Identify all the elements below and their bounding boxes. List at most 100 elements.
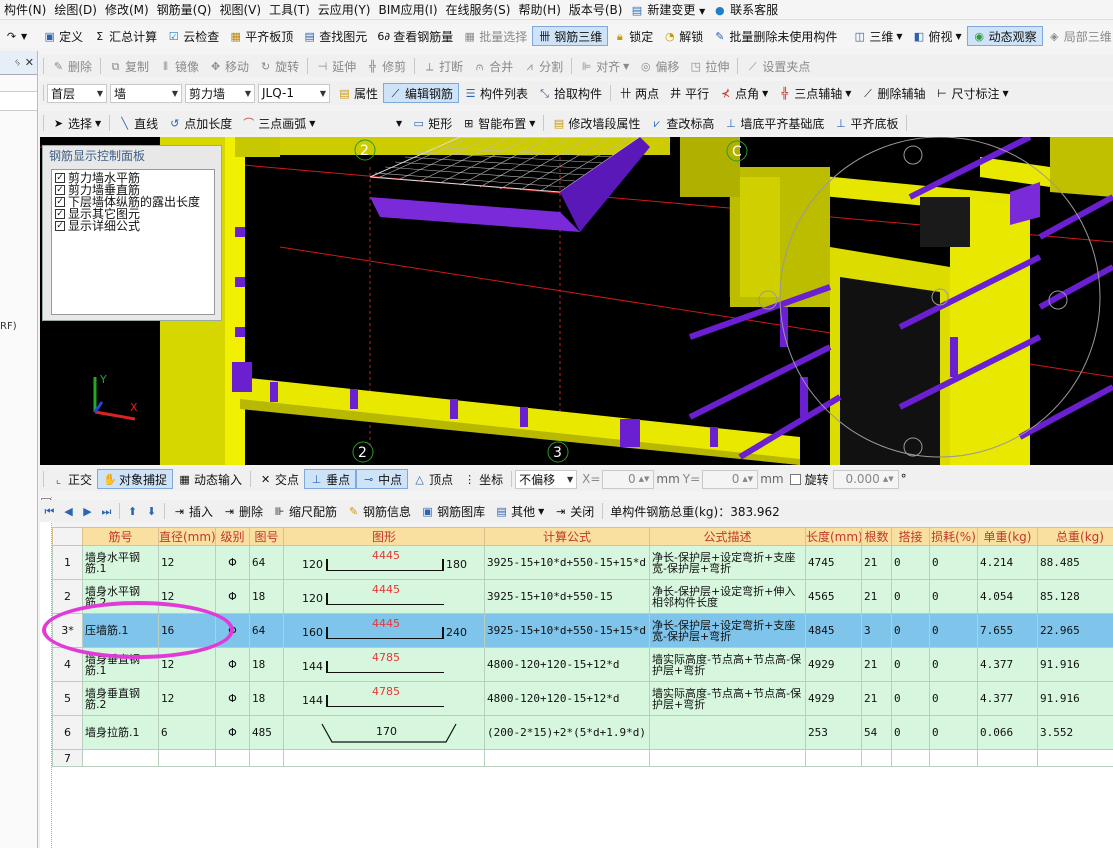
cell-unit-weight[interactable]: 4.054 <box>977 579 1038 614</box>
prev-record-button[interactable]: ◀ <box>59 501 78 521</box>
define-button[interactable]: ▣ 定义 <box>38 26 88 46</box>
column-header[interactable]: 图号 <box>249 527 284 546</box>
column-header[interactable]: 单重(kg) <box>977 527 1038 546</box>
undo-dropdown[interactable]: ↷ ▼ <box>0 26 32 46</box>
menu-item-tools[interactable]: 工具(T) <box>265 1 314 18</box>
cell-shape[interactable]: 120 4445 180 <box>283 545 485 580</box>
empty-cell[interactable] <box>283 749 485 767</box>
other-dropdown[interactable]: ▤ 其他 ▼ <box>490 501 549 521</box>
empty-cell[interactable] <box>977 749 1038 767</box>
break-button[interactable]: ⟂ 打断 <box>418 56 468 76</box>
cell-count[interactable]: 21 <box>861 647 892 682</box>
delete-axis-button[interactable]: ⟋ 删除辅轴 <box>856 83 930 103</box>
cell-diameter[interactable]: 12 <box>158 579 216 614</box>
table-row[interactable]: 5 墙身垂直钢筋.2 12 Φ 18 144 4785 4800-120+120-15+12*… <box>52 681 1113 716</box>
rectangle-button[interactable]: ▭ 矩形 <box>407 113 457 133</box>
cell-diameter[interactable]: 6 <box>158 715 216 750</box>
cell-total-weight[interactable]: 22.965 <box>1037 613 1113 648</box>
column-header[interactable]: 图形 <box>283 527 485 546</box>
menu-item-bim[interactable]: BIM应用(I) <box>374 1 441 18</box>
cell-length[interactable]: 4745 <box>805 545 862 580</box>
offset-mode-select[interactable]: 不偏移 ▼ <box>515 469 578 489</box>
trim-button[interactable]: ╬ 修剪 <box>361 56 411 76</box>
perpendicular-snap-button[interactable]: ⊥ 垂点 <box>304 469 357 489</box>
cell-bar-name[interactable]: 墙身垂直钢筋.2 <box>82 681 159 716</box>
cell-count[interactable]: 21 <box>861 681 892 716</box>
row-number[interactable]: 2 <box>52 579 83 614</box>
cell-formula-description[interactable]: 墙实际高度-节点高+节点高-保护层+弯折 <box>649 681 806 716</box>
menu-item-help[interactable]: 帮助(H) <box>514 1 564 18</box>
column-header[interactable]: 总重(kg) <box>1037 527 1113 546</box>
cell-total-weight[interactable]: 91.916 <box>1037 647 1113 682</box>
cell-count[interactable]: 21 <box>861 545 892 580</box>
cell-bar-name[interactable]: 墙身水平钢筋.1 <box>82 545 159 580</box>
type-select[interactable]: 墙 ▼ <box>110 83 182 103</box>
cell-unit-weight[interactable]: 0.066 <box>977 715 1038 750</box>
row-number[interactable]: 1 <box>52 545 83 580</box>
unlock-button[interactable]: ◔ 解锁 <box>658 26 708 46</box>
table-row[interactable]: 1 墙身水平钢筋.1 12 Φ 64 120 4445 180 3925-15+10*d+550… <box>52 545 1113 580</box>
view-rebar-quantity-button[interactable]: 6∂ 查看钢筋量 <box>372 26 458 46</box>
row-number[interactable]: 7 <box>52 749 83 767</box>
wall-bottom-align-button[interactable]: ⊥ 墙底平齐基础底 <box>719 113 829 133</box>
rebar-3d-button[interactable]: 卌钢筋三维 <box>532 26 609 46</box>
cell-formula[interactable]: 3925-15+10*d+550-15+15*d <box>484 545 650 580</box>
menu-item-draw[interactable]: 绘图(D) <box>50 1 101 18</box>
point-length-button[interactable]: ↺ 点加长度 <box>163 113 237 133</box>
cell-formula[interactable]: 3925-15+10*d+550-15+15*d <box>484 613 650 648</box>
cell-diameter[interactable]: 12 <box>158 647 216 682</box>
cell-loss[interactable]: 0 <box>929 715 978 750</box>
spinner-icon[interactable]: ▲▼ <box>883 475 894 483</box>
element-select[interactable]: JLQ-1 ▼ <box>258 83 330 103</box>
last-record-button[interactable]: ⏭︎ <box>97 501 116 521</box>
align-floor-slab-button[interactable]: ⊥ 平齐底板 <box>829 113 903 133</box>
cell-formula-description[interactable]: 净长-保护层+设定弯折+支座宽-保护层+弯折 <box>649 545 806 580</box>
cell-total-weight[interactable]: 3.552 <box>1037 715 1113 750</box>
vertex-snap-button[interactable]: △ 顶点 <box>408 469 458 489</box>
ortho-button[interactable]: ⌞ 正交 <box>47 469 97 489</box>
cell-unit-weight[interactable]: 4.377 <box>977 647 1038 682</box>
rebar-library-button[interactable]: ▣ 钢筋图库 <box>416 501 490 521</box>
close-icon[interactable]: ✕ <box>25 56 34 69</box>
cell-total-weight[interactable]: 88.485 <box>1037 545 1113 580</box>
cell-diameter[interactable]: 12 <box>158 681 216 716</box>
floor-select[interactable]: 首层 ▼ <box>47 83 107 103</box>
cell-loss[interactable]: 0 <box>929 545 978 580</box>
cell-lap[interactable]: 0 <box>891 545 930 580</box>
properties-button[interactable]: ▤ 属性 <box>333 83 383 103</box>
table-row[interactable]: 6 墙身拉筋.1 6 Φ 485 170 (200-2*15)+2*(5*d+1.9*d) 2… <box>52 715 1113 750</box>
checkbox-checked-icon[interactable]: ✓ <box>55 173 65 183</box>
dynamic-input-button[interactable]: ▦ 动态输入 <box>173 469 247 489</box>
cell-formula[interactable]: (200-2*15)+2*(5*d+1.9*d) <box>484 715 650 750</box>
stretch-button[interactable]: ◳ 拉伸 <box>684 56 734 76</box>
parallel-button[interactable]: 井平行 <box>664 83 714 103</box>
subtype-select[interactable]: 剪力墙 ▼ <box>185 83 255 103</box>
align-slab-top-button[interactable]: ▦ 平齐板顶 <box>224 26 298 46</box>
scale-reinforce-button[interactable]: ⊪ 缩尺配筋 <box>268 501 342 521</box>
next-record-button[interactable]: ▶ <box>78 501 97 521</box>
move-up-button[interactable]: ⬆ <box>123 501 142 521</box>
cloud-check-button[interactable]: ☑ 云检查 <box>162 26 224 46</box>
cell-bar-name[interactable]: 压墙筋.1 <box>82 613 159 648</box>
move-button[interactable]: ✥ 移动 <box>204 56 254 76</box>
column-header[interactable]: 筋号 <box>82 527 159 546</box>
merge-button[interactable]: ⩀ 合并 <box>468 56 518 76</box>
menu-item-component[interactable]: 构件(N) <box>0 1 50 18</box>
rotate-checkbox[interactable] <box>789 473 801 485</box>
cell-figure-number[interactable]: 485 <box>249 715 284 750</box>
cell-formula-description[interactable]: 净长-保护层+设定弯折+支座宽-保护层+弯折 <box>649 613 806 648</box>
rebar-info-button[interactable]: ✎ 钢筋信息 <box>342 501 416 521</box>
batch-select-button[interactable]: ▦ 批量选择 <box>458 26 532 46</box>
left-panel-item[interactable] <box>0 91 37 111</box>
move-down-button[interactable]: ⬇ <box>142 501 161 521</box>
orbit-handle-top[interactable] <box>903 145 923 165</box>
cell-diameter[interactable]: 16 <box>158 613 216 648</box>
three-point-arc-dropdown[interactable]: ⌒ 三点画弧 ▼ ▼ <box>237 113 407 133</box>
table-row[interactable]: 4 墙身垂直钢筋.1 12 Φ 18 144 4785 4800-120+120-15+12*… <box>52 647 1113 682</box>
summary-calc-button[interactable]: Σ 汇总计算 <box>88 26 162 46</box>
first-record-button[interactable]: ⏮︎ <box>40 501 59 521</box>
cell-grade[interactable]: Φ <box>215 613 250 648</box>
cell-shape[interactable]: 144 4785 <box>283 681 485 716</box>
cell-diameter[interactable]: 12 <box>158 545 216 580</box>
pick-component-button[interactable]: ⤡ 拾取构件 <box>533 83 607 103</box>
